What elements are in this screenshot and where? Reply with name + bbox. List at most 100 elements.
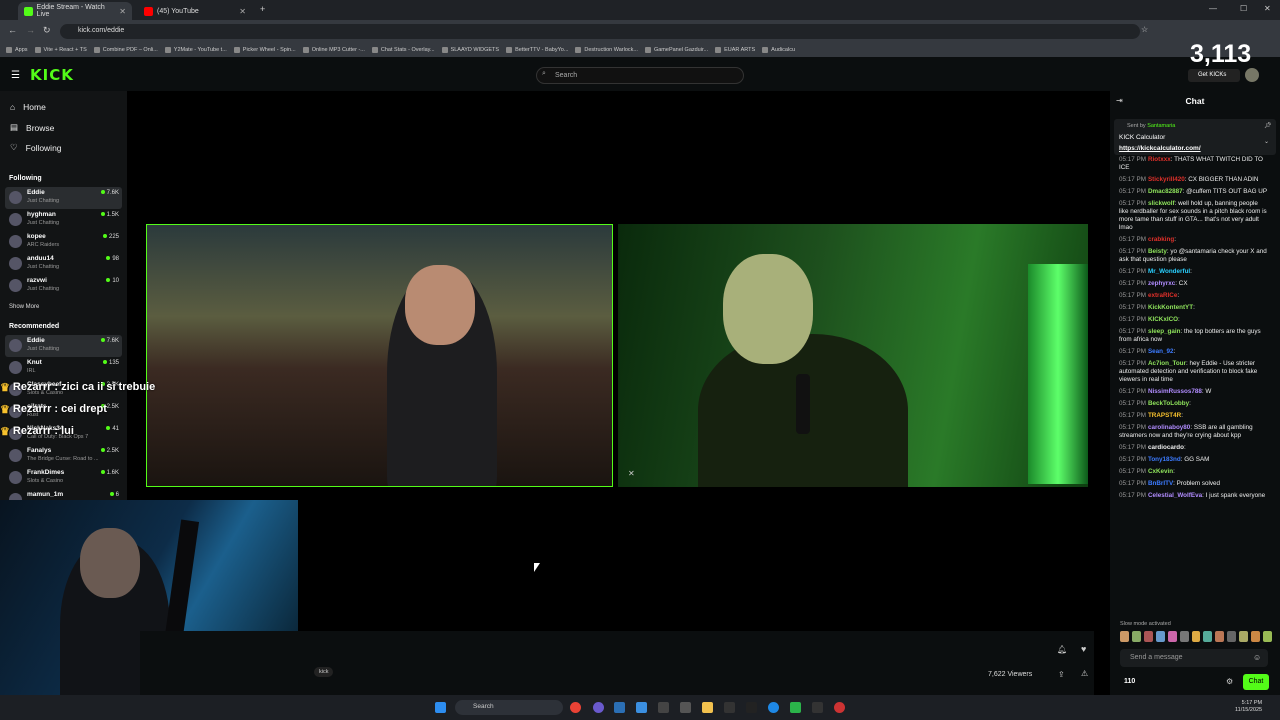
emote-icon[interactable] xyxy=(1227,631,1237,642)
message-user[interactable]: Celestial_WolfEva xyxy=(1148,492,1202,499)
sidebar-channel[interactable]: Eddie Just Chatting 7.6K xyxy=(5,187,122,209)
url-bar[interactable]: kick.com/eddie xyxy=(60,24,1140,39)
app-icon[interactable] xyxy=(746,702,757,713)
app-icon[interactable] xyxy=(834,702,845,713)
bookmark-star-icon[interactable]: ☆ xyxy=(1141,25,1148,34)
message-user[interactable]: zephyrxc xyxy=(1148,280,1175,287)
nav-browse[interactable]: ▤ Browse xyxy=(10,122,54,133)
close-window-icon[interactable]: ✕ xyxy=(1264,4,1271,13)
heart-icon[interactable]: ♥ xyxy=(1081,644,1086,654)
bookmark-item[interactable]: GamePanel Gazduir... xyxy=(644,46,708,53)
report-icon[interactable]: ⚠ xyxy=(1081,669,1088,678)
bookmark-item[interactable]: Audicalcu xyxy=(762,46,795,53)
show-more-link[interactable]: Show More xyxy=(9,304,39,310)
emote-icon[interactable] xyxy=(1155,631,1165,642)
message-user[interactable]: sleep_gain xyxy=(1148,328,1181,335)
windows-start-icon[interactable] xyxy=(435,702,446,713)
gear-icon[interactable]: ⚙ xyxy=(1226,677,1233,686)
message-user[interactable]: cardiocardo xyxy=(1148,444,1184,451)
pinned-link[interactable]: https://kickcalculator.com/ xyxy=(1119,145,1201,152)
sidebar-channel[interactable]: kopee ARC Raiders 225 xyxy=(5,231,122,253)
taskbar-search[interactable]: Search xyxy=(455,700,563,715)
message-user[interactable]: BnBrITV xyxy=(1148,480,1173,487)
send-chat-button[interactable]: Chat xyxy=(1243,674,1269,690)
bookmark-item[interactable]: EUAR ARTS xyxy=(715,46,755,53)
kick-logo[interactable]: KICK xyxy=(30,66,74,84)
message-user[interactable]: crabking xyxy=(1148,236,1174,243)
forward-icon[interactable]: → xyxy=(26,25,35,35)
chat-input[interactable]: Send a message xyxy=(1120,649,1268,667)
steam-icon[interactable] xyxy=(614,702,625,713)
search-input[interactable]: Search xyxy=(536,67,744,84)
nav-following[interactable]: ♡ Following xyxy=(10,142,62,153)
bookmark-item[interactable]: Y2Mate - YouTube t... xyxy=(164,46,227,53)
bookmark-item[interactable]: Destruction Warlock... xyxy=(575,46,638,53)
emote-icon[interactable] xyxy=(1191,631,1201,642)
close-tab-icon[interactable]: ✕ xyxy=(239,7,246,16)
sidebar-channel[interactable]: FrankDimes Slots & Casino 1.6K xyxy=(5,467,122,489)
avatar[interactable] xyxy=(1245,68,1259,82)
emote-icon[interactable] xyxy=(1179,631,1189,642)
emote-icon[interactable] xyxy=(1263,631,1272,642)
bookmark-item[interactable]: SLAAYD WIDGETS xyxy=(441,46,499,53)
capcut-icon[interactable] xyxy=(658,702,669,713)
emote-bar[interactable] xyxy=(1120,631,1272,643)
emote-icon[interactable] xyxy=(1131,631,1141,642)
chrome-icon[interactable] xyxy=(570,702,581,713)
message-user[interactable]: extraRICe xyxy=(1148,292,1177,299)
message-user[interactable]: KickKontentYT xyxy=(1148,304,1193,311)
close-tab-icon[interactable]: ✕ xyxy=(119,7,126,16)
nav-home[interactable]: ⌂ Home xyxy=(10,102,46,112)
bookmark-item[interactable]: Combine PDF – Onli... xyxy=(93,46,158,53)
message-user[interactable]: slickwolf xyxy=(1148,200,1175,207)
message-user[interactable]: BeckToLobby xyxy=(1148,400,1189,407)
bookmark-item[interactable]: Vite + React + TS xyxy=(34,46,87,53)
reload-icon[interactable]: ↻ xyxy=(43,25,51,36)
message-user[interactable]: Sean_92 xyxy=(1148,348,1174,355)
bell-icon[interactable]: 🔔︎ xyxy=(1057,645,1067,654)
pin-icon[interactable]: 📌︎ xyxy=(1264,122,1272,129)
app-icon[interactable] xyxy=(724,702,735,713)
xbox-icon[interactable] xyxy=(790,702,801,713)
vscode-icon[interactable] xyxy=(636,702,647,713)
message-user[interactable]: Dmac82887 xyxy=(1148,188,1183,195)
message-user[interactable]: Mr_Wonderful xyxy=(1148,268,1190,275)
emote-icon[interactable] xyxy=(1143,631,1153,642)
message-user[interactable]: KICKxICO xyxy=(1148,316,1178,323)
calculator-icon[interactable] xyxy=(680,702,691,713)
maximize-icon[interactable]: ☐ xyxy=(1240,4,1247,13)
sidebar-channel[interactable]: anduu14 Just Chatting 98 xyxy=(5,253,122,275)
emote-icon[interactable] xyxy=(1167,631,1177,642)
file-explorer-icon[interactable] xyxy=(702,702,713,713)
tab-youtube[interactable]: (45) YouTube ✕ xyxy=(138,2,252,20)
message-user[interactable]: Tony183nd xyxy=(1148,456,1181,463)
back-icon[interactable]: ← xyxy=(8,25,17,35)
chevron-down-icon[interactable]: ⌄ xyxy=(1264,138,1269,145)
sidebar-channel[interactable]: Eddie Just Chatting 7.6K xyxy=(5,335,122,357)
message-user[interactable]: Beisty xyxy=(1148,248,1167,255)
message-user[interactable]: Riotxxx xyxy=(1148,156,1171,163)
tab-eddie-stream[interactable]: Eddie Stream - Watch Live ✕ xyxy=(18,2,132,20)
message-user[interactable]: CxKevin xyxy=(1148,468,1173,475)
app-icon[interactable] xyxy=(768,702,779,713)
discord-icon[interactable] xyxy=(593,702,604,713)
bookmark-item[interactable]: Online MP3 Cutter -... xyxy=(302,46,365,53)
emote-icon[interactable] xyxy=(1120,631,1129,642)
menu-icon[interactable]: ☰ xyxy=(11,70,20,81)
emote-icon[interactable] xyxy=(1203,631,1213,642)
message-user[interactable]: NissimRussos788 xyxy=(1148,388,1202,395)
sidebar-channel[interactable]: razvwi Just Chatting 10 xyxy=(5,275,122,297)
bookmark-item[interactable]: Apps xyxy=(6,46,28,53)
new-tab-icon[interactable]: + xyxy=(260,4,265,14)
sidebar-channel[interactable]: hyghman Just Chatting 1.5K xyxy=(5,209,122,231)
bookmark-item[interactable]: BetterTTV - BabyYo... xyxy=(506,46,568,53)
bookmark-item[interactable]: Picker Wheel - Spin... xyxy=(233,46,296,53)
message-user[interactable]: carolinaboy80 xyxy=(1148,424,1190,431)
minimize-icon[interactable]: — xyxy=(1209,4,1217,13)
sidebar-channel[interactable]: Fanalys The Bridge Curse: Road to ... 2.5K xyxy=(5,445,122,467)
emote-icon[interactable] xyxy=(1239,631,1249,642)
stream-tag[interactable]: kick xyxy=(314,667,334,677)
message-user[interactable]: TRAPST4R xyxy=(1148,412,1181,419)
bookmark-item[interactable]: Chat Stats - Overlay... xyxy=(371,46,435,53)
emote-icon[interactable] xyxy=(1215,631,1225,642)
